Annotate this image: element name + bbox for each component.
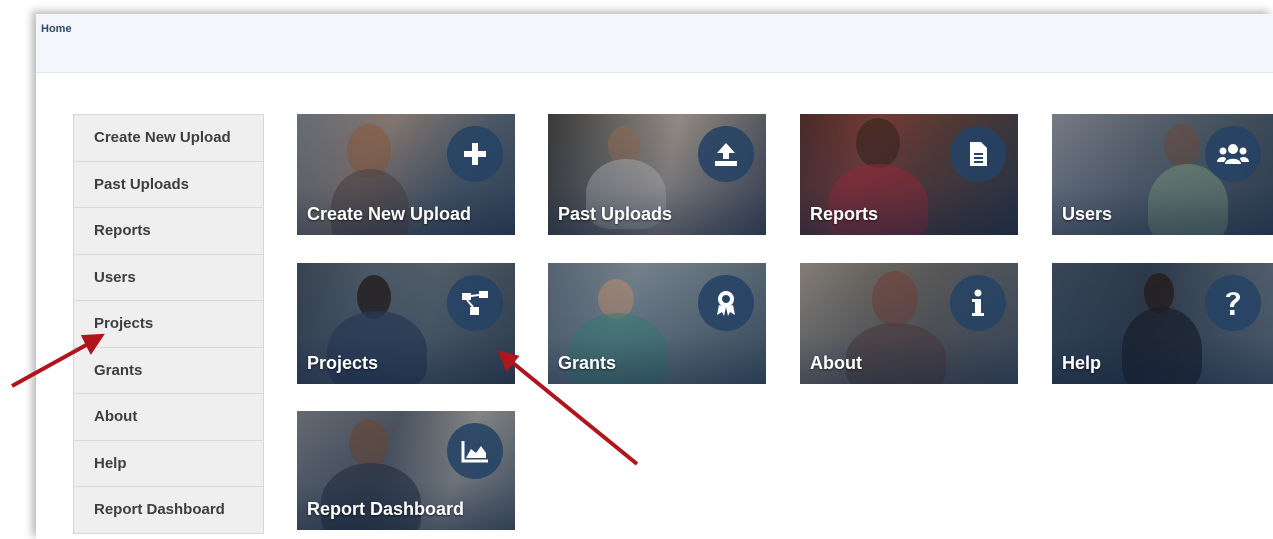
upload-icon bbox=[698, 126, 754, 182]
tile-label: Users bbox=[1062, 204, 1113, 224]
tile-past-uploads[interactable]: Past Uploads bbox=[548, 114, 766, 235]
tile-label: Past Uploads bbox=[558, 204, 673, 224]
sidebar-item-users[interactable]: Users bbox=[74, 254, 263, 301]
tile-reports[interactable]: Reports bbox=[800, 114, 1018, 235]
award-icon bbox=[698, 275, 754, 331]
sidebar-item-create-new-upload[interactable]: Create New Upload bbox=[74, 115, 263, 162]
tile-report-dashboard[interactable]: Report Dashboard bbox=[297, 411, 515, 530]
sidebar-item-help[interactable]: Help bbox=[74, 440, 263, 487]
tile-label: Reports bbox=[810, 204, 879, 224]
sidebar: Create New Upload Past Uploads Reports U… bbox=[73, 114, 264, 534]
sidebar-item-projects[interactable]: Projects bbox=[74, 301, 263, 348]
breadcrumb-bar: Home bbox=[36, 14, 1273, 73]
plus-icon bbox=[447, 126, 503, 182]
tile-grants[interactable]: Grants bbox=[548, 263, 766, 384]
tile-create-new-upload[interactable]: Create New Upload bbox=[297, 114, 515, 235]
tile-about[interactable]: About bbox=[800, 263, 1018, 384]
sidebar-item-past-uploads[interactable]: Past Uploads bbox=[74, 161, 263, 208]
tile-label: About bbox=[810, 353, 862, 373]
tile-help[interactable]: Help bbox=[1052, 263, 1273, 384]
tile-label: Grants bbox=[558, 353, 617, 373]
project-tree-icon bbox=[447, 275, 503, 331]
tile-label: Report Dashboard bbox=[307, 499, 465, 519]
tile-projects[interactable]: Projects bbox=[297, 263, 515, 384]
sidebar-item-reports[interactable]: Reports bbox=[74, 208, 263, 255]
area-chart-icon bbox=[447, 423, 503, 479]
question-icon bbox=[1205, 275, 1261, 331]
breadcrumb-home[interactable]: Home bbox=[41, 23, 72, 35]
tile-label: Help bbox=[1062, 353, 1102, 373]
info-icon bbox=[950, 275, 1006, 331]
document-icon bbox=[950, 126, 1006, 182]
sidebar-item-about[interactable]: About bbox=[74, 394, 263, 441]
tile-users[interactable]: Users bbox=[1052, 114, 1273, 235]
users-icon bbox=[1205, 126, 1261, 182]
sidebar-item-grants[interactable]: Grants bbox=[74, 347, 263, 394]
tile-label: Create New Upload bbox=[307, 204, 472, 224]
tile-label: Projects bbox=[307, 353, 379, 373]
page-screenshot: Home Create New Upload Past Uploads Repo… bbox=[36, 14, 1273, 539]
sidebar-item-report-dashboard[interactable]: Report Dashboard bbox=[74, 487, 263, 533]
